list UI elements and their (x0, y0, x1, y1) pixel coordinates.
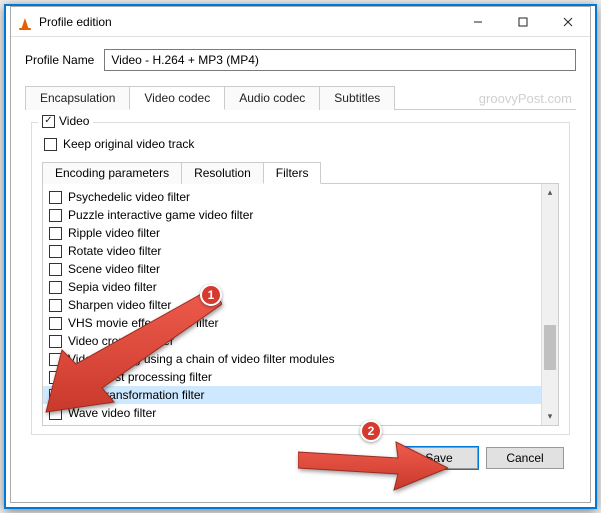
video-checkbox-label: Video (59, 114, 89, 128)
filter-label: Scene video filter (68, 262, 160, 276)
tab-audio-codec[interactable]: Audio codec (224, 86, 320, 110)
filter-row: VHS movie effect video filter (43, 314, 541, 332)
profile-name-input[interactable] (104, 49, 576, 71)
filter-row: Rotate video filter (43, 242, 541, 260)
scroll-down-icon[interactable]: ▾ (542, 408, 558, 425)
filter-label: VHS movie effect video filter (68, 316, 219, 330)
filter-checkbox[interactable] (49, 407, 62, 420)
filter-label: Puzzle interactive game video filter (68, 208, 253, 222)
keep-original-checkbox[interactable] (44, 138, 57, 151)
filter-row: Sepia video filter (43, 278, 541, 296)
close-button[interactable] (545, 7, 590, 37)
filter-label: Wave video filter (68, 406, 156, 420)
filter-label: Video post processing filter (68, 370, 212, 384)
filter-row: Wave video filter (43, 404, 541, 422)
tab-video-codec[interactable]: Video codec (129, 86, 225, 110)
filter-checkbox[interactable]: ✓ (49, 389, 62, 402)
watermark: groovyPost.com (479, 91, 572, 106)
filter-checkbox[interactable] (49, 371, 62, 384)
filter-checkbox[interactable] (49, 263, 62, 276)
tab-encapsulation[interactable]: Encapsulation (25, 86, 130, 110)
profile-name-label: Profile Name (25, 53, 94, 67)
minimize-button[interactable] (455, 7, 500, 37)
keep-original-label: Keep original video track (63, 137, 194, 151)
filter-label: Sharpen video filter (68, 298, 171, 312)
filter-checkbox[interactable] (49, 245, 62, 258)
filter-checkbox[interactable] (49, 191, 62, 204)
filter-checkbox[interactable] (49, 299, 62, 312)
codec-tabs: Encapsulation Video codec Audio codec Su… (25, 85, 576, 110)
filter-label: Psychedelic video filter (68, 190, 190, 204)
maximize-button[interactable] (500, 7, 545, 37)
filter-label: Video cropping filter (68, 334, 174, 348)
filter-row: Psychedelic video filter (43, 188, 541, 206)
scroll-thumb[interactable] (544, 325, 556, 370)
annotation-badge-2: 2 (360, 420, 382, 442)
filter-row: Video filtering using a chain of video f… (43, 350, 541, 368)
filter-row: Puzzle interactive game video filter (43, 206, 541, 224)
filter-row: Sharpen video filter (43, 296, 541, 314)
filter-checkbox[interactable] (49, 281, 62, 294)
video-group: ✓ Video Keep original video track Encodi… (31, 122, 570, 435)
filter-row: Scene video filter (43, 260, 541, 278)
vlc-icon (17, 14, 33, 30)
filter-scrollbar[interactable]: ▴ ▾ (541, 184, 558, 425)
filter-row: Video cropping filter (43, 332, 541, 350)
save-button[interactable]: Save (400, 447, 478, 469)
encoding-tabs: Encoding parameters Resolution Filters (42, 161, 559, 184)
filter-label: Ripple video filter (68, 226, 160, 240)
desktop-frame: Profile edition Profile Name Encapsulati… (4, 4, 597, 509)
dialog-window: Profile edition Profile Name Encapsulati… (10, 6, 591, 503)
filter-row: Ripple video filter (43, 224, 541, 242)
tab-encoding-parameters[interactable]: Encoding parameters (42, 162, 182, 184)
filter-checkbox[interactable] (49, 317, 62, 330)
video-checkbox[interactable]: ✓ (42, 115, 55, 128)
filter-label: Rotate video filter (68, 244, 161, 258)
filter-label: Video transformation filter (68, 388, 205, 402)
tab-resolution[interactable]: Resolution (181, 162, 264, 184)
filter-label: Video filtering using a chain of video f… (68, 352, 335, 366)
scroll-up-icon[interactable]: ▴ (542, 184, 558, 201)
filter-row: Video post processing filter (43, 368, 541, 386)
filter-list-box: Psychedelic video filter Puzzle interact… (42, 184, 559, 426)
cancel-button[interactable]: Cancel (486, 447, 564, 469)
filter-checkbox[interactable] (49, 227, 62, 240)
tab-subtitles[interactable]: Subtitles (319, 86, 395, 110)
annotation-badge-1: 1 (200, 284, 222, 306)
titlebar: Profile edition (11, 7, 590, 37)
filter-checkbox[interactable] (49, 335, 62, 348)
filter-row-selected: ✓ Video transformation filter (43, 386, 541, 404)
tab-filters[interactable]: Filters (263, 162, 322, 184)
filter-label: Sepia video filter (68, 280, 157, 294)
filter-checkbox[interactable] (49, 353, 62, 366)
filter-checkbox[interactable] (49, 209, 62, 222)
window-title: Profile edition (39, 15, 455, 29)
